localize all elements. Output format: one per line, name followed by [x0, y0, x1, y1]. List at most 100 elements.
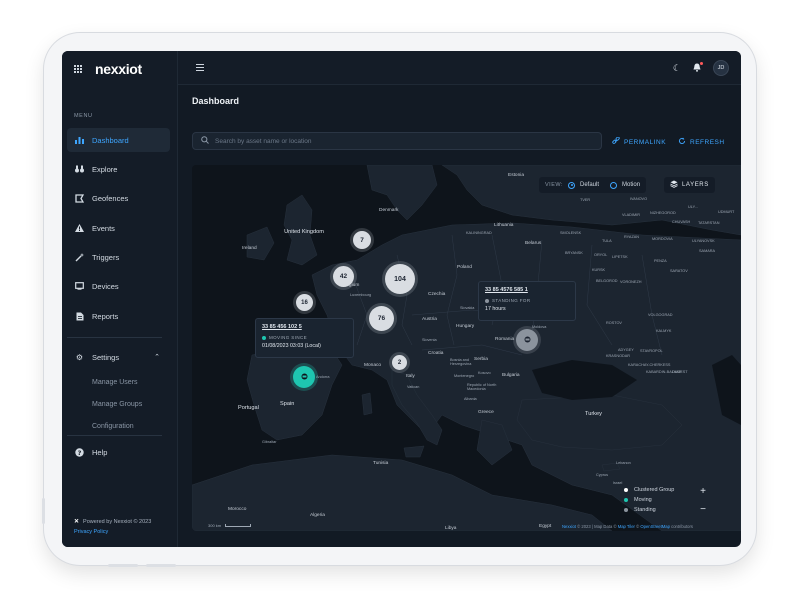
bar-chart-icon — [75, 136, 84, 145]
maptiler-link[interactable]: Map Tiler — [618, 524, 635, 529]
legend-dot-moving — [624, 498, 628, 502]
top-bar: ☾ JD — [178, 51, 741, 85]
sidebar-item-triggers[interactable]: Triggers — [67, 245, 170, 269]
map-label: ULY... — [688, 205, 698, 209]
svg-text:?: ? — [78, 448, 82, 456]
refresh-button[interactable]: REFRESH — [678, 137, 725, 147]
sidebar-divider-2 — [67, 435, 162, 436]
asset-status-label: MOVING SINCE — [269, 335, 308, 340]
map-label: ORYOL — [594, 253, 608, 257]
map-label: Moldova — [532, 325, 547, 329]
sidebar-subitem-configuration[interactable]: Configuration — [92, 423, 134, 430]
chevron-up-icon: ⌃ — [154, 354, 160, 361]
map-label: Poland — [457, 265, 472, 270]
map-view-toggle: VIEW: Default Motion — [539, 177, 647, 193]
sidebar-subitem-manage-groups[interactable]: Manage Groups — [92, 401, 142, 408]
layers-button[interactable]: LAYERS — [664, 177, 715, 193]
sidebar: nexxiot MENU Dashboard Explore Geofences — [62, 51, 178, 547]
zoom-in-button[interactable]: + — [696, 483, 710, 501]
sidebar-divider — [67, 337, 162, 338]
map-label: VLADIMIR — [622, 213, 640, 217]
map-label: KARACHAY-CHERKESS — [628, 363, 671, 367]
nexxiot-mark-icon: ✕ — [74, 519, 80, 525]
view-default-label[interactable]: Default — [580, 182, 599, 188]
sidebar-item-reports[interactable]: Reports — [67, 304, 170, 328]
logo-row: nexxiot — [74, 61, 142, 77]
view-default-radio[interactable] — [568, 181, 575, 189]
map-label: Albania — [464, 397, 477, 401]
map-label: Turkey — [585, 411, 602, 417]
sidebar-item-help[interactable]: ? Help — [67, 440, 170, 464]
map-label: IVANOVO — [630, 197, 648, 201]
sidebar-item-settings[interactable]: ⚙ Settings ⌃ — [67, 345, 170, 369]
asset-status-label: STANDING FOR — [492, 298, 531, 303]
map-label: STAVROPOL — [640, 349, 663, 353]
search-box — [192, 132, 602, 150]
asset-id-link[interactable]: 33 85 456 102 5 — [262, 324, 347, 330]
map-label: KALMYK — [656, 329, 672, 333]
view-motion-label[interactable]: Motion — [622, 182, 640, 188]
moving-asset-pin[interactable] — [293, 366, 315, 388]
sidebar-item-devices[interactable]: Devices — [67, 274, 170, 298]
sidebar-item-geofences[interactable]: Geofences — [67, 186, 170, 210]
map-cluster[interactable]: 7 — [353, 231, 371, 249]
sidebar-item-label: Settings — [92, 352, 120, 362]
dark-mode-toggle-icon[interactable]: ☾ — [673, 63, 681, 74]
map-cluster[interactable]: 2 — [392, 355, 407, 370]
map-attribution: Nexxiot © 2023 | Map Data © Map Tiler © … — [562, 524, 693, 529]
app-grid-icon[interactable] — [74, 64, 83, 74]
attribution-sep: © — [636, 524, 640, 529]
map-label: Algeria — [310, 513, 325, 518]
map-label: Israel — [613, 481, 623, 485]
map-label: Montenegro — [454, 374, 475, 378]
map-label: KURSK — [592, 268, 606, 272]
map-cluster[interactable]: 42 — [333, 266, 354, 287]
avatar[interactable]: JD — [713, 60, 729, 76]
map-label: Republic of North Macedonia — [467, 383, 497, 391]
menu-label: MENU — [74, 113, 93, 119]
asset-id-link[interactable]: 33 85 4576 585 1 — [485, 287, 569, 293]
map-cluster[interactable]: 16 — [296, 294, 313, 311]
permalink-label: PERMALINK — [624, 138, 667, 146]
map-label: Estonia — [508, 173, 524, 178]
sidebar-item-label: Dashboard — [92, 135, 129, 145]
view-motion-radio[interactable] — [610, 181, 618, 189]
map-label: Lebanon — [616, 461, 631, 465]
map-label: Andorra — [316, 375, 330, 379]
map-label: DAGEST — [672, 370, 688, 374]
sidebar-item-events[interactable]: Events — [67, 216, 170, 240]
gear-icon: ⚙ — [75, 352, 84, 362]
osm-link[interactable]: OpenStreetMap — [640, 524, 670, 529]
sidebar-item-explore[interactable]: Explore — [67, 157, 170, 181]
map-label: RYAZAN — [624, 235, 640, 239]
map-cluster[interactable]: 76 — [369, 306, 394, 331]
notification-bell-icon[interactable] — [693, 61, 703, 74]
map-cluster[interactable]: 104 — [385, 264, 415, 294]
nexxiot-link[interactable]: Nexxiot — [562, 524, 576, 529]
standing-asset-pin[interactable] — [516, 329, 538, 351]
map-label: Czechia — [428, 292, 446, 297]
sidebar-item-dashboard[interactable]: Dashboard — [67, 128, 170, 152]
search-input[interactable] — [215, 137, 575, 145]
legend-dot-cluster — [624, 488, 628, 492]
map-label: TVER — [580, 198, 591, 202]
sidebar-item-label: Help — [92, 447, 108, 457]
map-label: Kosovo — [478, 371, 491, 375]
sidebar-subitem-manage-users[interactable]: Manage Users — [92, 379, 138, 386]
zoom-out-button[interactable]: − — [696, 501, 710, 519]
map-label: UDMURT — [718, 210, 735, 214]
map-label: BELGOROD — [596, 279, 618, 283]
map-label: MORDOVIA — [652, 237, 673, 241]
map-label: Lithuania — [494, 223, 514, 228]
privacy-policy-link[interactable]: Privacy Policy — [74, 529, 151, 535]
permalink-button[interactable]: PERMALINK — [612, 136, 667, 147]
sidebar-item-label: Reports — [92, 311, 119, 321]
attribution-tail: contributors — [671, 524, 693, 529]
map-view[interactable]: Estonia Denmark Lithuania Belarus Irelan… — [192, 165, 741, 531]
attribution-text: © 2023 | Map Data © — [577, 524, 617, 529]
map-label: KALININGRAD — [466, 231, 492, 235]
hamburger-menu-icon[interactable] — [196, 64, 204, 71]
map-label: Vatican — [407, 385, 420, 389]
refresh-icon — [678, 137, 686, 147]
map-label: Slovakia — [460, 306, 475, 310]
